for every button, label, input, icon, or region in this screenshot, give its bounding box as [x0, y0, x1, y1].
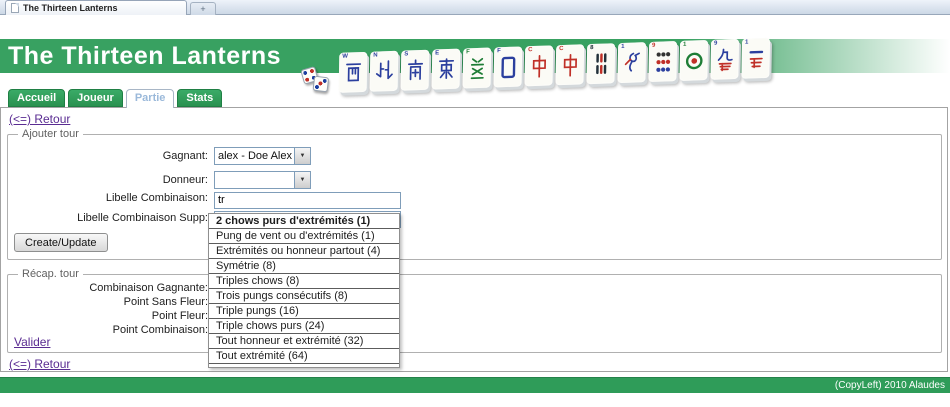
character-1-tile: 1 — [741, 37, 771, 79]
new-tab-button[interactable]: + — [190, 2, 216, 15]
form-row: Libelle Combinaison: — [14, 190, 935, 209]
gagnant-select[interactable]: alex - Doe Alex ▼ — [214, 147, 311, 165]
form-row: Gagnant: alex - Doe Alex ▼ — [14, 147, 935, 165]
die-icon — [312, 75, 330, 93]
tab-accueil[interactable]: Accueil — [8, 89, 66, 107]
red-dragon-tile: C — [555, 44, 585, 86]
autocomplete-item[interactable]: Pung de vent ou d'extrémités (1) — [209, 229, 399, 244]
form-row: Donneur: ▼ — [14, 171, 935, 189]
tile-corner-mark: 1 — [744, 39, 749, 46]
footer-copyright: (CopyLeft) 2010 Alaudes — [834, 380, 945, 391]
tab-stats[interactable]: Stats — [177, 89, 223, 107]
content-panel: (<=) Retour Ajouter tour Gagnant: alex - … — [0, 107, 948, 372]
white-dragon-tile: F — [493, 46, 523, 88]
tile-corner-mark: E — [435, 50, 440, 57]
recap-legend: Récap. tour — [22, 268, 79, 280]
tile-corner-mark: 9 — [652, 42, 656, 49]
tile-corner-mark: C — [559, 45, 564, 53]
autocomplete-item[interactable]: Triples chows (8) — [209, 274, 399, 289]
autocomplete-item[interactable]: Triple pungs (16) — [209, 304, 399, 319]
recap-rows: Combinaison Gagnante: Point Sans Fleur: Po… — [14, 281, 935, 337]
create-update-button[interactable]: Create/Update — [14, 233, 108, 252]
tile-corner-mark: N — [373, 52, 378, 59]
select-value — [215, 172, 294, 188]
tile-corner-mark: F — [466, 49, 470, 56]
field-label: Gagnant: — [162, 150, 208, 162]
libelle-combinaison-input[interactable] — [214, 191, 401, 209]
tile-corner-mark: 8 — [590, 44, 594, 52]
recap-label: Combinaison Gagnante: — [89, 282, 208, 294]
recap-label: Point Fleur: — [151, 310, 208, 322]
page: { "browser": { "tab_title": "The Thirtee… — [0, 0, 950, 407]
tile-corner-mark: 1 — [682, 41, 687, 48]
chevron-down-icon[interactable]: ▼ — [294, 172, 310, 188]
field-label: Libelle Combinaison Supp: — [77, 211, 208, 224]
field-label: Libelle Combinaison: — [105, 192, 208, 204]
green-dragon-tile: F — [462, 47, 492, 89]
tile-corner-mark: S — [404, 51, 409, 58]
circle-1-tile: 1 — [679, 39, 709, 81]
west-wind-tile: W — [338, 51, 368, 93]
select-value: alex - Doe Alex — [218, 150, 292, 162]
combination-autocomplete-dropdown: 2 chows purs d'extrémités (1) Pung de ven… — [208, 213, 400, 368]
tile-corner-mark: W — [342, 53, 348, 60]
chevron-down-icon[interactable]: ▼ — [294, 148, 310, 164]
add-round-legend: Ajouter tour — [22, 128, 79, 140]
autocomplete-item[interactable]: Extrémités ou honneur partout (4) — [209, 244, 399, 259]
character-9-tile: 9 — [710, 38, 740, 80]
red-dragon-tile: C — [524, 45, 554, 87]
donneur-select[interactable]: ▼ — [214, 171, 311, 189]
autocomplete-item[interactable]: Triple chows purs (24) — [209, 319, 399, 334]
autocomplete-item[interactable]: 2 chows purs d'extrémités (1) — [209, 214, 399, 229]
form-row: Libelle Combinaison Supp: — [14, 210, 935, 228]
browser-tab-bar: The Thirteen Lanterns + — [0, 0, 950, 15]
browser-tab[interactable]: The Thirteen Lanterns — [5, 0, 187, 15]
east-wind-tile: E — [431, 48, 461, 90]
autocomplete-item[interactable]: Tout honneur et extrémité (32) — [209, 334, 399, 349]
tab-partie[interactable]: Partie — [125, 89, 175, 108]
recap-label: Point Sans Fleur: — [123, 296, 208, 308]
add-round-fieldset: Ajouter tour Gagnant: alex - Doe Alex ▼ Don… — [7, 128, 942, 260]
recap-fieldset: Récap. tour Combinaison Gagnante: Point S… — [7, 268, 942, 353]
dice-icon — [300, 66, 335, 102]
valider-link[interactable]: Valider — [14, 335, 50, 349]
nav-tabs: Accueil Joueur Partie Stats — [8, 89, 223, 108]
circles-9-tile: 9 — [648, 41, 678, 83]
tab-joueur[interactable]: Joueur — [68, 89, 123, 107]
south-wind-tile: S — [400, 49, 430, 91]
back-link-bottom[interactable]: (<=) Retour — [9, 357, 70, 371]
add-round-rows: Gagnant: alex - Doe Alex ▼ Donneur: ▼ Libelle… — [14, 147, 935, 228]
tile-corner-mark: C — [528, 47, 533, 54]
bamboo-8-tile: 8 — [586, 43, 616, 85]
bamboo-1-bird-tile: 1 — [617, 42, 647, 84]
autocomplete-item[interactable]: Symétrie (8) — [209, 259, 399, 274]
field-label: Donneur: — [162, 174, 208, 186]
page-icon — [11, 3, 19, 13]
tile-corner-mark: 9 — [713, 40, 718, 47]
autocomplete-item[interactable]: Tout extrémité (64) — [209, 349, 399, 364]
north-wind-tile: N — [369, 50, 399, 92]
tile-corner-mark: F — [497, 48, 501, 55]
autocomplete-item[interactable]: Trois pungs consécutifs (8) — [209, 289, 399, 304]
back-link-top[interactable]: (<=) Retour — [9, 112, 70, 126]
tile-corner-mark: 1 — [621, 43, 625, 50]
footer-bar: (CopyLeft) 2010 Alaudes — [0, 377, 950, 393]
browser-tab-title: The Thirteen Lanterns — [23, 3, 118, 13]
